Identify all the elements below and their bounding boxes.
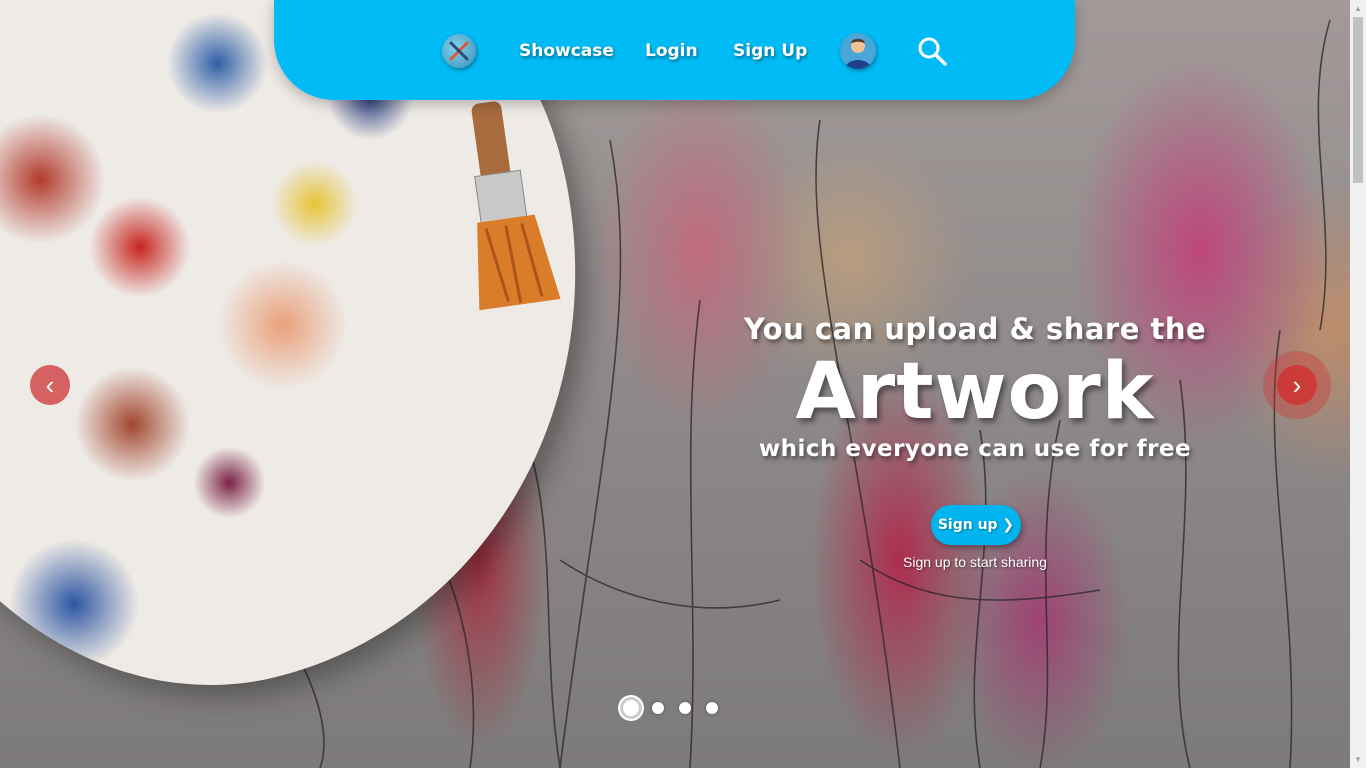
logo-graphic (449, 41, 469, 61)
user-avatar-icon[interactable] (840, 33, 876, 69)
nav-login-label: Login (645, 41, 698, 61)
nav-signup-link[interactable]: Sign Up (733, 30, 807, 72)
carousel-dot-3[interactable] (679, 702, 691, 714)
cta-subtext: Sign up to start sharing (903, 554, 1047, 570)
search-icon[interactable] (915, 34, 949, 68)
avatar-graphic (845, 38, 871, 69)
carousel-next-button[interactable]: › (1277, 365, 1317, 405)
hero-headline: You can upload & share the Artwork which… (735, 312, 1215, 462)
hero-line-1: You can upload & share the (743, 312, 1207, 346)
scroll-down-arrow-icon[interactable]: ▼ (1350, 751, 1366, 768)
nav-showcase-label: Showcase (519, 41, 614, 61)
signup-cta-button[interactable]: Sign up ❯ (931, 505, 1021, 545)
carousel-prev-button[interactable]: ‹ (30, 365, 70, 405)
chevron-right-icon: › (1292, 369, 1302, 400)
search-graphic (918, 37, 947, 66)
nav-signup-label: Sign Up (733, 41, 808, 61)
carousel-dot-1[interactable] (623, 700, 639, 716)
scrollbar-thumb[interactable] (1353, 17, 1363, 183)
carousel-indicators (618, 693, 733, 723)
scroll-up-arrow-icon[interactable]: ▲ (1350, 0, 1366, 17)
hero-title: Artwork (795, 347, 1155, 437)
nav-login-link[interactable]: Login (645, 30, 698, 72)
hero-line-3: which everyone can use for free (758, 436, 1192, 462)
palette-brush-icon[interactable] (442, 34, 476, 68)
carousel-dot-2[interactable] (652, 702, 664, 714)
chevron-left-icon: ‹ (45, 369, 55, 400)
nav-showcase-link[interactable]: Showcase (519, 30, 614, 72)
carousel-dot-4[interactable] (706, 702, 718, 714)
vertical-scrollbar[interactable]: ▲ ▼ (1350, 0, 1366, 768)
